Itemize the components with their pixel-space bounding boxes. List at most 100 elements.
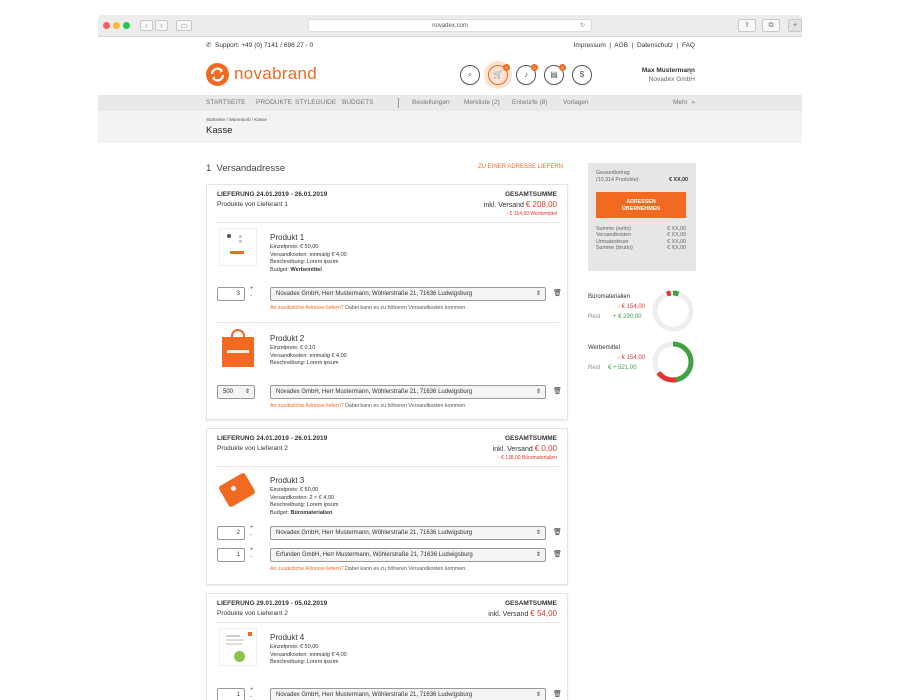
reload-icon[interactable]: ↻ bbox=[580, 20, 585, 32]
nav-item-merkliste[interactable]: Merkliste (2) bbox=[464, 95, 500, 111]
money-icon[interactable]: $ bbox=[572, 65, 592, 85]
quantity-select[interactable]: 500 ⇕ bbox=[217, 385, 255, 399]
quantity-input[interactable]: 1 bbox=[217, 688, 245, 700]
quantity-value: 500 bbox=[223, 389, 234, 395]
address-bar[interactable]: novadex.com ↻ bbox=[308, 19, 592, 32]
address-select[interactable]: Novadex GmbH, Herr Mustermann, Wöhlerstr… bbox=[270, 385, 546, 399]
address-select[interactable]: Erfunden GmbH, Herr Mustermann, Wöhlerst… bbox=[270, 548, 546, 562]
decrease-quantity-button[interactable]: - bbox=[250, 532, 252, 538]
brand-name[interactable]: novabrand bbox=[234, 64, 317, 84]
increase-quantity-button[interactable]: + bbox=[250, 547, 254, 553]
total-line: inkl. Versand € 0,00 bbox=[493, 444, 557, 453]
description: Beschreibung: Lorem ipsum bbox=[270, 659, 339, 665]
extra-address-link[interactable]: An zusätzliche Adresse liefern? bbox=[270, 566, 344, 572]
quantity-input[interactable]: 3 bbox=[217, 287, 245, 301]
breadcrumb[interactable]: Startseite / Warenkorb / Kasse bbox=[206, 117, 267, 122]
support-text: Support: +49 (0) 7141 / 696 27 - 0 bbox=[215, 42, 314, 49]
sidebar-icon[interactable]: ▭ bbox=[176, 20, 192, 31]
row-label: Umsatzsteuer bbox=[596, 238, 629, 245]
bell-icon[interactable]: ♪ 0 bbox=[516, 64, 538, 85]
supplier-name: Produkte von Lieferant 2 bbox=[217, 445, 288, 452]
total-header: GESAMTSUMME bbox=[505, 435, 557, 442]
calendar-badge: 0 bbox=[559, 64, 566, 71]
summary-amount: € XX,00 bbox=[669, 177, 688, 183]
search-icon[interactable]: ⌕ bbox=[460, 65, 480, 85]
extra-address-link[interactable]: An zusätzliche Adresse liefern? bbox=[270, 403, 344, 409]
budget-label: Budget: bbox=[270, 509, 291, 516]
address-value: Erfunden GmbH, Herr Mustermann, Wöhlerst… bbox=[276, 552, 473, 558]
budget-widget-1: Büromaterialien - € 154,00 Rest + € 290,… bbox=[588, 289, 698, 334]
budget-donut bbox=[652, 290, 694, 332]
decrease-quantity-button[interactable]: - bbox=[250, 694, 252, 700]
chevron-down-icon[interactable]: ⌄ bbox=[688, 68, 694, 76]
divider bbox=[217, 322, 559, 323]
shipping-cost: Versandkosten: einmalig € 4,00 bbox=[270, 251, 347, 258]
tabs-icon[interactable]: ⧉ bbox=[762, 19, 780, 32]
forward-icon[interactable]: › bbox=[155, 20, 168, 31]
delivery-date: LIEFERUNG 29.01.2019 - 05.02.2019 bbox=[217, 600, 328, 607]
address-select[interactable]: Novadex GmbH, Herr Mustermann, Wöhlerstr… bbox=[270, 287, 546, 301]
budget-widget-2: Werbemittel - € 154,00 Rest € + 521,00 bbox=[588, 340, 698, 385]
decrease-quantity-button[interactable]: - bbox=[250, 293, 252, 299]
product-1-image[interactable] bbox=[219, 228, 257, 266]
nav-item-bestellungen[interactable]: Bestellungen bbox=[412, 95, 450, 111]
row-label: Summe (brutto) bbox=[596, 244, 633, 251]
product-4-image[interactable] bbox=[219, 628, 257, 666]
budget-deduction: - € 138,00 Büromaterialien bbox=[498, 455, 557, 461]
deliver-to-one-address-link[interactable]: ZU EINER ADRESSE LIEFERN bbox=[478, 164, 563, 170]
nav-more[interactable]: Mehr » bbox=[673, 95, 695, 111]
trash-icon[interactable]: 🗑 bbox=[553, 691, 562, 699]
summary-label: Gesamtbetrag bbox=[596, 170, 630, 176]
address-select[interactable]: Novadex GmbH, Herr Mustermann, Wöhlerstr… bbox=[270, 526, 546, 540]
budget-title: Werbemittel bbox=[588, 345, 620, 351]
maximize-window-button[interactable] bbox=[123, 22, 130, 29]
new-tab-icon[interactable]: + bbox=[788, 19, 802, 32]
quantity-input[interactable]: 2 bbox=[217, 526, 245, 540]
delivery-card-1: LIEFERUNG 24.01.2019 - 26.01.2019 Produk… bbox=[206, 184, 568, 420]
nav-item-budgets[interactable]: BUDGETS bbox=[342, 95, 373, 111]
budget-line: Budget: Büromaterialien bbox=[270, 510, 338, 518]
trash-icon[interactable]: 🗑 bbox=[553, 290, 562, 298]
select-arrows-icon: ⇕ bbox=[535, 530, 541, 536]
share-icon[interactable]: ⇪ bbox=[738, 19, 756, 32]
apply-addresses-button[interactable]: ADRESSEN ÜBERNEHMEN bbox=[596, 192, 686, 218]
increase-quantity-button[interactable]: + bbox=[250, 687, 254, 693]
increase-quantity-button[interactable]: + bbox=[250, 286, 254, 292]
address-select[interactable]: Novadex GmbH, Herr Mustermann, Wöhlerstr… bbox=[270, 688, 546, 700]
page-title: Kasse bbox=[206, 125, 233, 136]
supplier-name: Produkte von Lieferant 1 bbox=[217, 201, 288, 208]
product-2-image[interactable] bbox=[219, 329, 257, 367]
trash-icon[interactable]: 🗑 bbox=[553, 551, 562, 559]
nav-item-vorlagen[interactable]: Vorlagen bbox=[563, 95, 589, 111]
nav-item-styleguide[interactable]: STYLEGUIDE bbox=[295, 95, 336, 111]
product-name: Produkt 1 bbox=[270, 233, 305, 242]
brand-logo-icon[interactable] bbox=[206, 63, 229, 86]
unit-price: Einzelpreis: € 0,10 bbox=[270, 345, 316, 351]
product-3-image[interactable] bbox=[217, 471, 256, 509]
budget-name: Büromaterialien bbox=[290, 509, 333, 516]
budget-label: Budget: bbox=[270, 266, 291, 273]
donut-track bbox=[652, 290, 694, 332]
nav-item-produkte[interactable]: PRODUKTE bbox=[256, 95, 292, 111]
description: Beschreibung: Lorem ipsum bbox=[270, 502, 339, 508]
extra-address-text: Dabei kann es zu höheren Versandkosten k… bbox=[343, 403, 467, 409]
back-icon[interactable]: ‹ bbox=[140, 20, 153, 31]
user-name[interactable]: Max Mustermann bbox=[595, 67, 695, 74]
quantity-input[interactable]: 1 bbox=[217, 548, 245, 562]
calendar-icon[interactable]: ▤ 0 bbox=[544, 64, 566, 85]
footer-links[interactable]: Impressum | AGB | Datenschutz | FAQ bbox=[574, 37, 695, 55]
cart-icon[interactable]: 🛒 0 bbox=[488, 64, 510, 85]
product-details: Einzelpreis: € 50,00 Versandkosten: einm… bbox=[270, 244, 347, 274]
decrease-quantity-button[interactable]: - bbox=[250, 554, 252, 560]
nav-item-startseite[interactable]: STARTSEITE bbox=[206, 95, 246, 111]
nav-item-entwuerfe[interactable]: Entwürfe (8) bbox=[512, 95, 547, 111]
trash-icon[interactable]: 🗑 bbox=[553, 529, 562, 537]
divider bbox=[217, 622, 559, 623]
extra-address-link[interactable]: An zusätzliche Adresse liefern? bbox=[270, 305, 344, 311]
trash-icon[interactable]: 🗑 bbox=[553, 388, 562, 396]
total-line: inkl. Versand € 208,00 bbox=[484, 200, 557, 209]
close-window-button[interactable] bbox=[103, 22, 110, 29]
increase-quantity-button[interactable]: + bbox=[250, 525, 254, 531]
minimize-window-button[interactable] bbox=[113, 22, 120, 29]
delivery-card-2: LIEFERUNG 24.01.2019 - 26.01.2019 Produk… bbox=[206, 428, 568, 585]
